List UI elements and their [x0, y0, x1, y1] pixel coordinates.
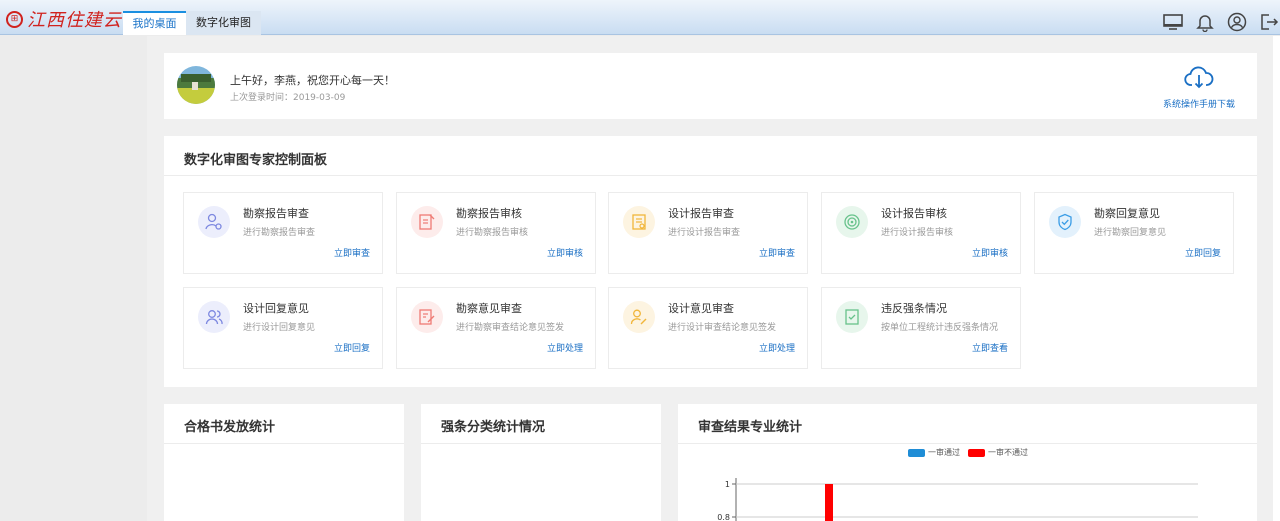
logo: ⊞ 江西住建云 [6, 6, 122, 32]
tile-title: 设计意见审查 [668, 302, 734, 315]
tab-my-desktop[interactable]: 我的桌面 [123, 11, 186, 35]
tile-design-report-audit[interactable]: 设计报告审核 进行设计报告审核 立即审核 [821, 192, 1021, 274]
legend-item-pass[interactable]: 一审通过 [908, 447, 960, 458]
tile-title: 勘察报告审核 [456, 207, 522, 220]
manual-download-label[interactable]: 系统操作手册下载 [1159, 97, 1239, 110]
target-icon [836, 206, 868, 238]
monitor-icon[interactable] [1162, 11, 1184, 33]
tile-action-link[interactable]: 立即审核 [547, 246, 583, 259]
panel-title: 数字化审图专家控制面板 [184, 153, 328, 168]
tile-desc: 进行勘察报告审核 [456, 228, 529, 238]
tile-design-report-review[interactable]: 设计报告审查 进行设计报告审查 立即审查 [608, 192, 808, 274]
tile-action-link[interactable]: 立即回复 [334, 341, 370, 354]
shield-check-icon [1049, 206, 1081, 238]
tile-design-opinion-review[interactable]: 设计意见审查 进行设计审查结论意见签发 立即处理 [608, 287, 808, 369]
top-bar: ⊞ 江西住建云 我的桌面 数字化审图 [0, 0, 1280, 35]
tile-design-reply[interactable]: 设计回复意见 进行设计回复意见 立即回复 [183, 287, 383, 369]
tile-mandatory-violation[interactable]: 违反强条情况 按单位工程统计违反强条情况 立即查看 [821, 287, 1021, 369]
legend-item-fail[interactable]: 一审不通过 [968, 447, 1028, 458]
avatar[interactable] [177, 66, 215, 104]
card-title: 强条分类统计情况 [441, 420, 546, 435]
tile-survey-opinion-review[interactable]: 勘察意见审查 进行勘察审查结论意见签发 立即处理 [396, 287, 596, 369]
y-tick-label: 0.8 [717, 513, 730, 521]
tile-desc: 进行勘察回复意见 [1094, 228, 1167, 238]
tile-title: 勘察意见审查 [456, 302, 522, 315]
tile-action-link[interactable]: 立即审查 [334, 246, 370, 259]
last-login-text: 上次登录时间：2019-03-09 [230, 93, 346, 103]
logout-icon[interactable] [1258, 11, 1280, 33]
logo-badge-icon: ⊞ [6, 10, 23, 28]
tile-survey-report-review[interactable]: 勘察报告审查 进行勘察报告审查 立即审查 [183, 192, 383, 274]
tab-digital-review[interactable]: 数字化审图 [186, 11, 261, 35]
tile-title: 违反强条情况 [881, 302, 947, 315]
tile-desc: 按单位工程统计违反强条情况 [881, 323, 999, 333]
tile-title: 勘察报告审查 [243, 207, 309, 220]
chart-legend: 一审通过 一审不通过 [908, 447, 1036, 458]
doc-check-icon [836, 301, 868, 333]
card-title: 合格书发放统计 [184, 420, 276, 435]
user-gear-icon [198, 206, 230, 238]
tile-action-link[interactable]: 立即查看 [972, 341, 1008, 354]
card-title: 审查结果专业统计 [698, 420, 803, 435]
tile-action-link[interactable]: 立即审核 [972, 246, 1008, 259]
result-stats-card: 审查结果专业统计 一审通过 一审不通过 1 0.8 [678, 404, 1257, 521]
tile-survey-report-audit[interactable]: 勘察报告审核 进行勘察报告审核 立即审核 [396, 192, 596, 274]
doc-list-icon [623, 206, 655, 238]
tile-title: 设计报告审查 [668, 207, 734, 220]
expert-control-panel: 数字化审图专家控制面板 勘察报告审查 进行勘察报告审查 立即审查 勘察报告审核 … [164, 136, 1257, 387]
tile-desc: 进行勘察报告审查 [243, 228, 316, 238]
divider [164, 175, 1257, 176]
legend-label: 一审不通过 [988, 448, 1028, 457]
doc-pen-icon [411, 301, 443, 333]
divider [678, 443, 1257, 444]
logo-text: 江西住建云 [27, 10, 122, 31]
tile-title: 勘察回复意见 [1094, 207, 1160, 220]
manual-download[interactable]: 系统操作手册下载 [1159, 65, 1239, 110]
result-chart: 10.8 [717, 478, 1198, 521]
doc-edit-icon [411, 206, 443, 238]
left-sidebar [0, 36, 140, 521]
top-icons [1162, 11, 1280, 33]
user-circle-icon[interactable] [1226, 11, 1248, 33]
tile-action-link[interactable]: 立即处理 [547, 341, 583, 354]
tile-title: 设计报告审核 [881, 207, 947, 220]
tile-action-link[interactable]: 立即回复 [1185, 246, 1221, 259]
tile-action-link[interactable]: 立即处理 [759, 341, 795, 354]
tile-survey-reply[interactable]: 勘察回复意见 进行勘察回复意见 立即回复 [1034, 192, 1234, 274]
tile-desc: 进行设计报告审查 [668, 228, 741, 238]
y-tick-label: 1 [725, 480, 730, 489]
divider [164, 443, 404, 444]
tile-action-link[interactable]: 立即审查 [759, 246, 795, 259]
legend-swatch [968, 448, 985, 457]
cloud-download-icon [1184, 66, 1214, 89]
cert-stats-card: 合格书发放统计 [164, 404, 404, 521]
tile-desc: 进行设计报告审核 [881, 228, 954, 238]
bell-icon[interactable] [1194, 11, 1216, 33]
greeting-text: 上午好，李燕，祝您开心每一天！ [230, 74, 395, 87]
tile-desc: 进行设计回复意见 [243, 323, 316, 333]
tile-title: 设计回复意见 [243, 302, 309, 315]
users-icon [198, 301, 230, 333]
divider [421, 443, 661, 444]
user-edit-icon [623, 301, 655, 333]
tile-desc: 进行勘察审查结论意见签发 [456, 323, 565, 333]
legend-label: 一审通过 [928, 448, 960, 457]
bar-fail [825, 484, 833, 521]
welcome-card: 上午好，李燕，祝您开心每一天！ 上次登录时间：2019-03-09 系统操作手册… [164, 53, 1257, 119]
legend-swatch [908, 448, 925, 457]
mandatory-stats-card: 强条分类统计情况 [421, 404, 661, 521]
tile-desc: 进行设计审查结论意见签发 [668, 323, 777, 333]
